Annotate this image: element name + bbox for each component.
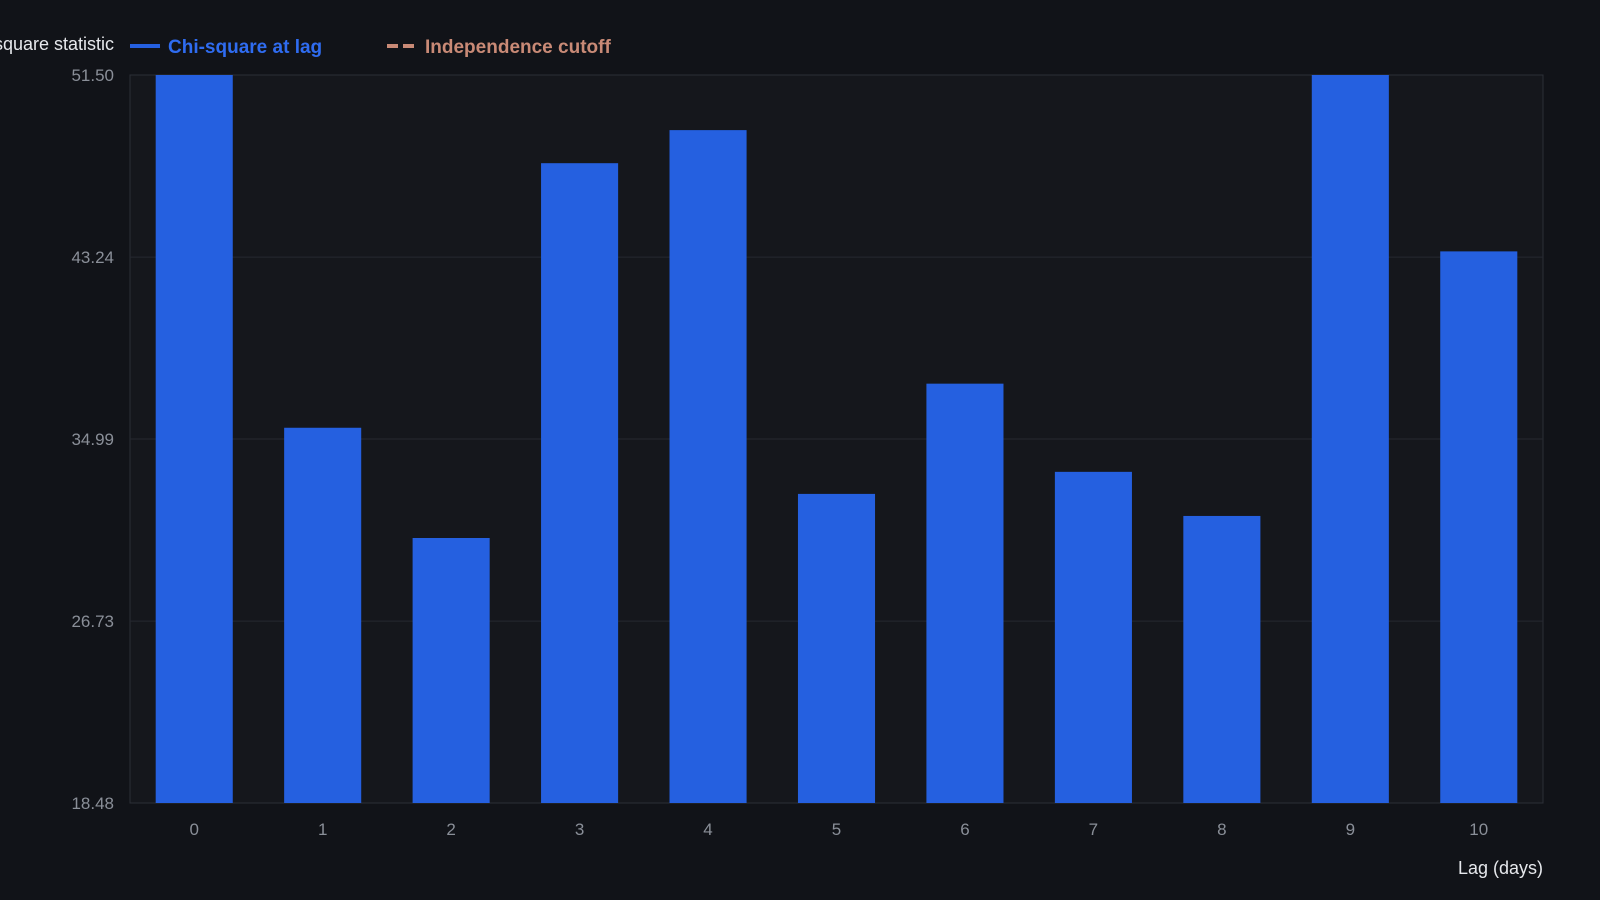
x-axis-title: Lag (days)	[1458, 858, 1543, 878]
bar-lag-3	[541, 163, 619, 804]
bar-lag-0	[155, 75, 233, 803]
x-tick-label: 3	[575, 820, 584, 839]
legend: Chi-square at lag Independence cutoff	[130, 37, 611, 58]
x-tick-label: 5	[832, 820, 841, 839]
x-tick-labels: 0 1 2 3 4 5 6 7 8 9 10	[189, 820, 1488, 839]
bar-lag-1	[284, 427, 362, 803]
bar-lag-4	[669, 130, 747, 803]
bar-lag-2	[412, 537, 490, 803]
x-tick-label: 0	[189, 820, 198, 839]
bar-lag-6	[926, 383, 1004, 803]
x-tick-label: 10	[1469, 820, 1488, 839]
x-tick-label: 2	[446, 820, 455, 839]
bar-lag-7	[1054, 471, 1132, 803]
legend-label-bars: Chi-square at lag	[168, 37, 322, 58]
bar-lag-8	[1183, 515, 1261, 803]
y-axis-title: Chi-square statistic	[0, 34, 114, 54]
y-tick-label: 18.48	[71, 794, 114, 813]
y-tick-label: 34.99	[71, 430, 114, 449]
y-tick-label: 51.50	[71, 66, 114, 85]
x-tick-label: 6	[960, 820, 969, 839]
x-tick-label: 9	[1346, 820, 1355, 839]
x-tick-label: 4	[703, 820, 712, 839]
y-tick-labels: 18.48 26.73 34.99 43.24 51.50	[71, 66, 114, 813]
y-tick-label: 26.73	[71, 612, 114, 631]
chart: 18.48 26.73 34.99 43.24 51.50 0 1 2 3 4 5 6 7 8 9 10 C…	[0, 34, 1544, 878]
y-tick-label: 43.24	[71, 248, 114, 267]
x-tick-label: 8	[1217, 820, 1226, 839]
x-tick-label: 1	[318, 820, 327, 839]
legend-label-cutoff: Independence cutoff	[425, 37, 611, 58]
bar-lag-5	[797, 493, 876, 803]
bar-lag-10	[1440, 251, 1518, 804]
bar-lag-9	[1311, 75, 1389, 803]
x-tick-label: 7	[1089, 820, 1098, 839]
